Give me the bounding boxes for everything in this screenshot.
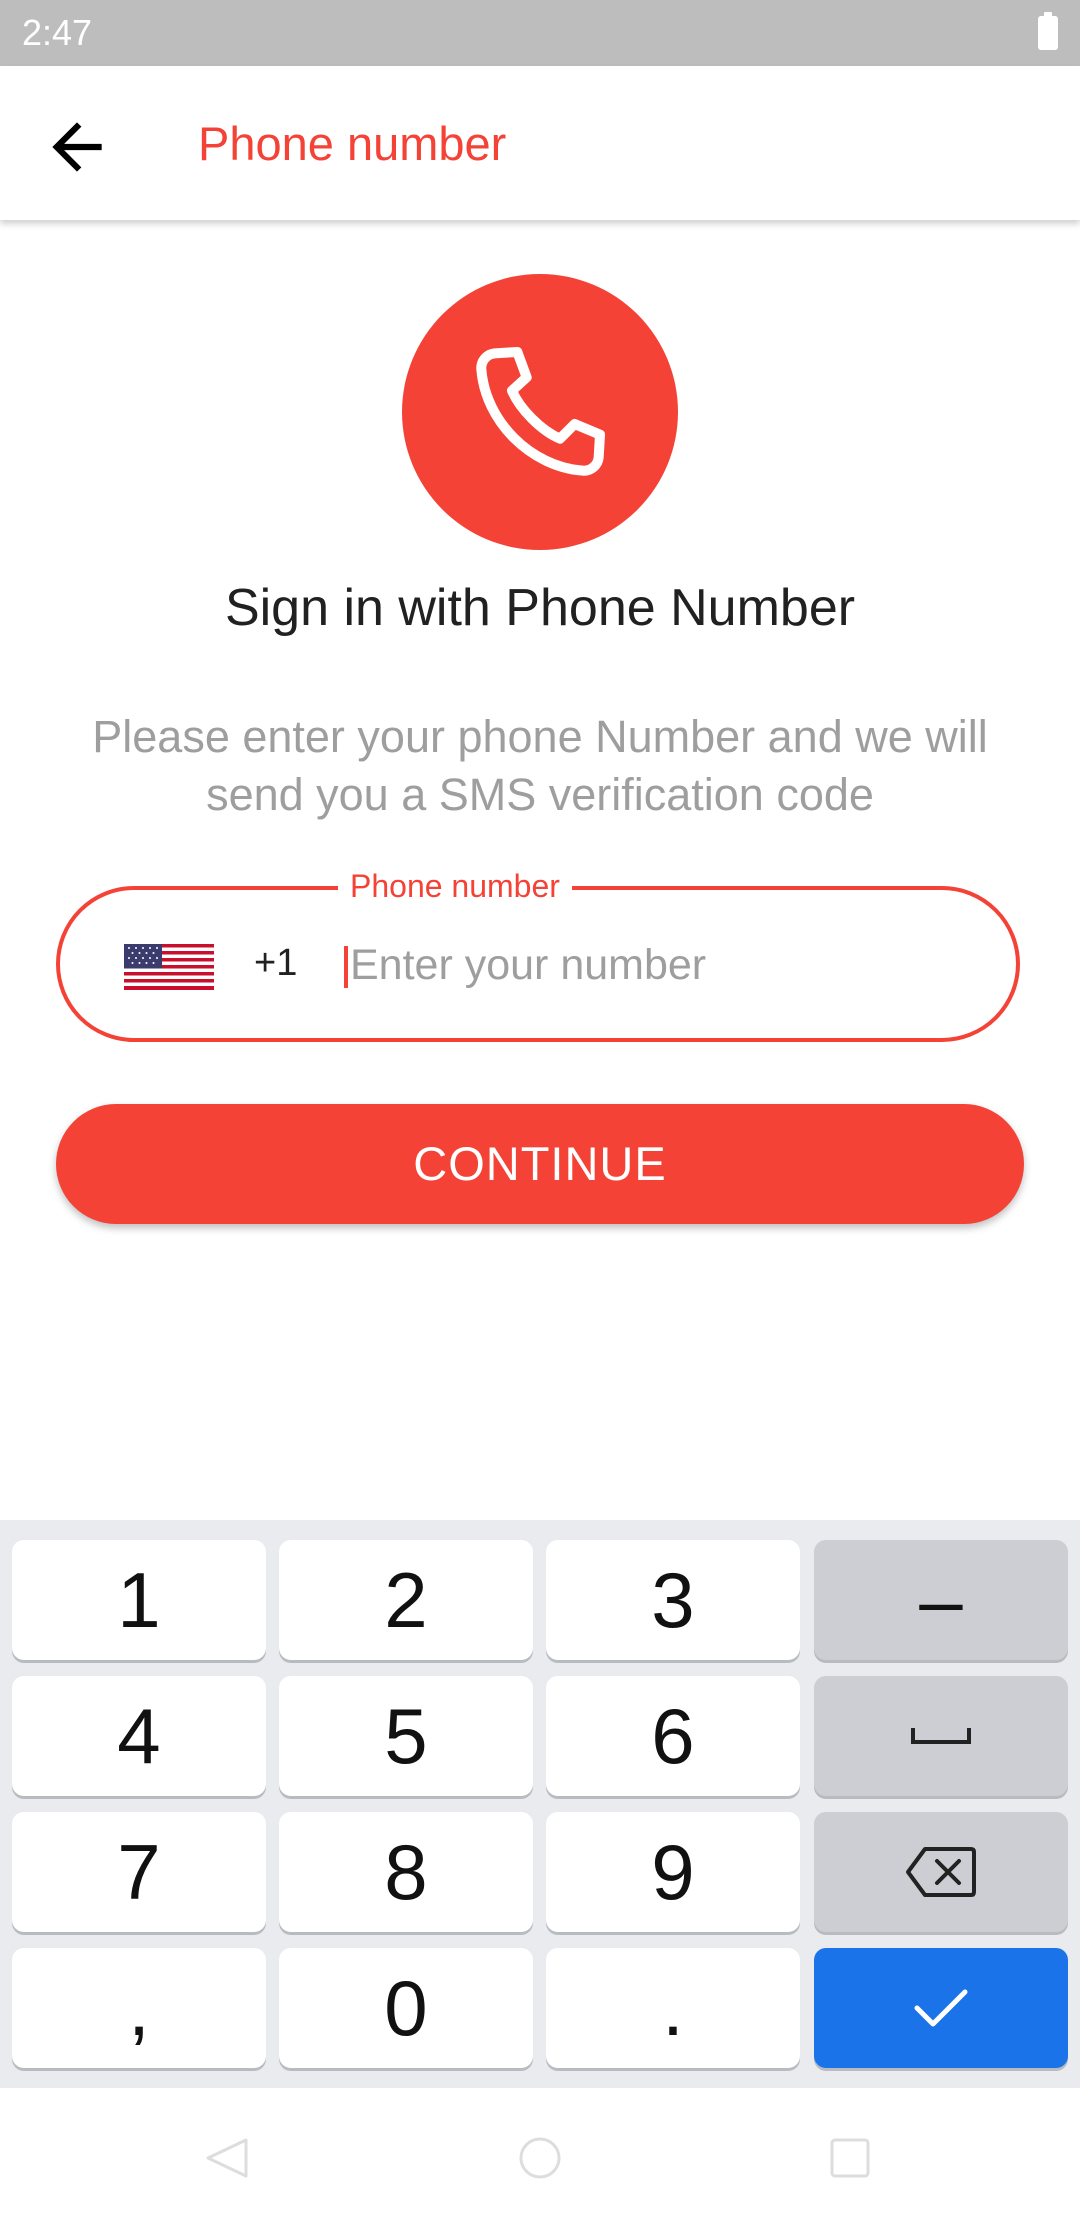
key-5[interactable]: 5 [279,1676,533,1796]
phone-icon-badge [402,274,678,550]
numeric-keyboard: 1 2 3 – 4 5 6 7 8 9 , 0 . [0,1520,1080,2088]
status-time: 2:47 [22,12,93,53]
phone-number-input[interactable] [350,928,970,1002]
key-period[interactable]: . [546,1948,800,2068]
phone-icon [476,347,605,476]
nav-home-icon[interactable] [518,2136,562,2180]
app-bar: Phone number [0,66,1080,220]
check-icon [914,1989,968,2027]
battery-full-icon [1038,12,1058,50]
space-icon [911,1728,971,1744]
key-8[interactable]: 8 [279,1812,533,1932]
sign-in-heading: Sign in with Phone Number [224,579,856,637]
key-backspace[interactable] [814,1812,1068,1932]
back-button[interactable] [40,110,114,184]
system-nav-bar [0,2088,1080,2220]
text-cursor [344,946,348,988]
key-6[interactable]: 6 [546,1676,800,1796]
nav-recents-icon[interactable] [828,2136,872,2180]
key-comma[interactable]: , [12,1948,266,2068]
dial-code[interactable]: +1 [254,942,297,985]
continue-button[interactable]: CONTINUE [56,1104,1024,1224]
key-1[interactable]: 1 [12,1540,266,1660]
key-enter[interactable] [814,1948,1068,2068]
phone-number-field[interactable]: Phone number +1 [56,866,1020,1042]
key-7[interactable]: 7 [12,1812,266,1932]
key-9[interactable]: 9 [546,1812,800,1932]
arrow-back-icon [52,122,102,172]
key-3[interactable]: 3 [546,1540,800,1660]
key-0[interactable]: 0 [279,1948,533,2068]
phone-field-label: Phone number [338,866,572,906]
key-space[interactable] [814,1676,1068,1796]
status-bar: 2:47 [0,0,1080,66]
us-flag-icon[interactable] [124,944,214,990]
key-dash[interactable]: – [814,1540,1068,1660]
page-title: Phone number [198,117,507,170]
instruction-text: Please enter your phone Number and we wi… [92,711,988,820]
backspace-icon [906,1847,976,1897]
key-2[interactable]: 2 [279,1540,533,1660]
nav-back-icon[interactable] [204,2136,248,2180]
key-4[interactable]: 4 [12,1676,266,1796]
